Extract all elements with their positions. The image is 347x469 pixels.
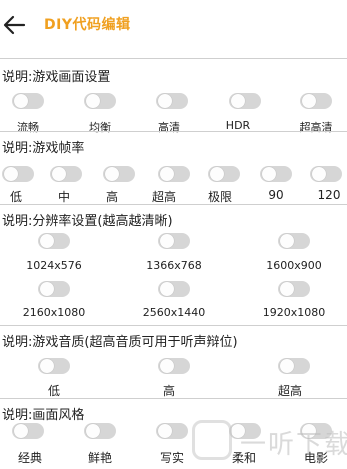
toggle-graphics-ultra-hd[interactable] — [300, 93, 332, 109]
section-title: 说明:游戏帧率 — [2, 141, 85, 156]
option-label: 超高 — [151, 190, 177, 204]
toggle-res-2560x1440[interactable] — [158, 281, 190, 297]
option-label: 低 — [9, 190, 23, 204]
toggle-fps-medium[interactable] — [50, 166, 82, 182]
option-label: 超高 — [277, 384, 303, 398]
section-resolution: 说明:分辨率设置(越高越清晰) 1024x576 1366x768 1600x9… — [0, 204, 347, 325]
option-label: 90 — [268, 188, 284, 202]
option-label: 1024x576 — [26, 259, 82, 272]
toggle-fps-90[interactable] — [260, 166, 292, 182]
option-label: 低 — [47, 384, 61, 398]
option-label: 高 — [105, 190, 119, 204]
toggle-fps-low[interactable] — [2, 166, 34, 182]
section-graphics-quality: 说明:游戏画面设置 流畅 均衡 高清 HDR 超高清 — [0, 58, 347, 134]
toggle-graphics-balanced[interactable] — [84, 93, 116, 109]
watermark-text: 一听下载 — [240, 430, 347, 460]
toggle-audio-ultra[interactable] — [278, 358, 310, 374]
toggle-res-2160x1080[interactable] — [38, 281, 70, 297]
toggle-res-1920x1080[interactable] — [278, 281, 310, 297]
app-header: DIY代码编辑 — [0, 0, 347, 50]
option-label: 1600x900 — [266, 259, 322, 272]
toggle-fps-high[interactable] — [103, 166, 135, 182]
option-label: 鲜艳 — [87, 451, 113, 465]
option-label: 2560x1440 — [142, 306, 206, 319]
section-title: 说明:分辨率设置(越高越清晰) — [2, 214, 173, 229]
toggle-res-1024x576[interactable] — [38, 233, 70, 249]
toggle-fps-extreme[interactable] — [208, 166, 240, 182]
option-label: 1366x768 — [146, 259, 202, 272]
section-title: 说明:游戏画面设置 — [2, 70, 111, 85]
section-audio-quality: 说明:游戏音质(超高音质可用于听声辩位) 低 高 超高 — [0, 325, 347, 398]
toggle-style-classic[interactable] — [12, 423, 44, 439]
option-label: 1920x1080 — [262, 306, 326, 319]
option-label: 120 — [317, 188, 341, 202]
option-label: 高 — [162, 384, 176, 398]
toggle-fps-120[interactable] — [310, 166, 342, 182]
toggle-fps-ultra[interactable] — [158, 166, 190, 182]
section-title: 说明:游戏音质(超高音质可用于听声辩位) — [2, 335, 238, 350]
settings-list: 说明:游戏画面设置 流畅 均衡 高清 HDR 超高清 说明:游戏帧率 低 中 高… — [0, 58, 347, 469]
toggle-graphics-smooth[interactable] — [12, 93, 44, 109]
option-label: 中 — [57, 190, 71, 204]
option-label: 经典 — [17, 451, 43, 465]
page-title: DIY代码编辑 — [44, 17, 131, 33]
toggle-res-1366x768[interactable] — [158, 233, 190, 249]
toggle-graphics-hd[interactable] — [156, 93, 188, 109]
toggle-graphics-hdr[interactable] — [229, 93, 261, 109]
toggle-audio-high[interactable] — [158, 358, 190, 374]
toggle-style-vivid[interactable] — [84, 423, 116, 439]
arrow-left-icon[interactable] — [2, 12, 28, 38]
toggle-style-realistic[interactable] — [156, 423, 188, 439]
toggle-audio-low[interactable] — [38, 358, 70, 374]
watermark: 一听下载 — [190, 416, 347, 464]
watermark-logo-icon — [192, 420, 232, 460]
option-label: 2160x1080 — [22, 306, 86, 319]
section-frame-rate: 说明:游戏帧率 低 中 高 超高 极限 90 120 — [0, 131, 347, 204]
option-label: 写实 — [159, 451, 185, 465]
section-title: 说明:画面风格 — [2, 408, 85, 423]
option-label: 极限 — [207, 190, 233, 204]
toggle-res-1600x900[interactable] — [278, 233, 310, 249]
